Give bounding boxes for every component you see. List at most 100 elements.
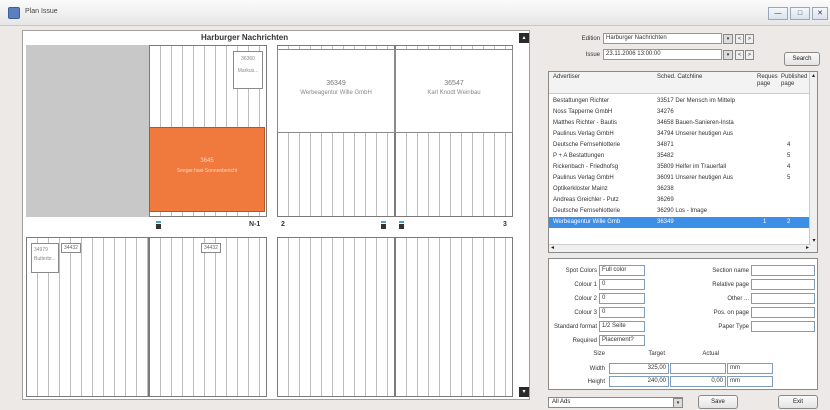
table-row[interactable]: Optikerkloster Mainz 36238: [549, 184, 811, 195]
spot-colors-field[interactable]: Full color: [599, 265, 645, 276]
horizontal-scrollbar[interactable]: ◂ ▸: [549, 244, 811, 252]
other-field[interactable]: [751, 293, 815, 304]
ads-filter-select[interactable]: All Ads: [548, 397, 683, 408]
window-title: Plan Issue: [25, 8, 58, 15]
cell-sched: 36091 Unserer heutigen Aus: [657, 175, 734, 181]
edition-next-button[interactable]: >: [745, 34, 754, 44]
cell-advertiser: Paulinus Verlag GmbH: [553, 131, 614, 137]
maximize-button[interactable]: □: [790, 7, 810, 20]
colour3-label: Colour 3: [574, 310, 597, 316]
cell-advertiser: Bestattungen Richter: [553, 98, 610, 104]
issue-dropdown-icon[interactable]: ▾: [723, 50, 733, 60]
color-mark-icon: [399, 221, 404, 229]
ad-block-tiny[interactable]: 34432: [61, 243, 81, 253]
cell-requested: 1: [763, 219, 767, 225]
scroll-up-arrow-icon[interactable]: ▴: [519, 33, 529, 43]
vertical-scrollbar[interactable]: ▴ ▾: [809, 72, 817, 252]
table-row[interactable]: Paulinus Verlag GmbH 34794 Unserer heutig…: [549, 129, 811, 140]
scroll-right-arrow-icon[interactable]: ▸: [806, 245, 809, 252]
ads-table[interactable]: Advertiser Sched. Catchline Reques page …: [548, 71, 818, 253]
issue-label: Issue: [585, 52, 600, 58]
table-row[interactable]: Andreas Greichler - Putz 36269: [549, 195, 811, 206]
required-label: Required: [572, 338, 597, 344]
cell-published: 4: [787, 164, 791, 170]
cell-advertiser: Rickenbach - Friedhofsg: [553, 164, 619, 170]
height-target-field[interactable]: 240,00: [609, 376, 669, 387]
cell-sched: 35482: [657, 153, 674, 159]
standard-format-field[interactable]: 1/2 Seite: [599, 321, 645, 332]
column-header-requested[interactable]: Reques page: [757, 74, 781, 88]
ad-details-panel: Spot Colors Full color Colour 1 0 Colour…: [548, 258, 818, 390]
page-layout-canvas[interactable]: Harburger Nachrichten ▴ ▾ 36360 Markus..…: [22, 30, 530, 400]
cell-sched: 34658 Bauen-Sanieren-Insta: [657, 120, 734, 126]
colour1-label: Colour 1: [574, 282, 597, 288]
cell-sched: 34871: [657, 142, 674, 148]
actual-label: Actual: [702, 351, 719, 357]
section-name-field[interactable]: [751, 265, 815, 276]
ad-block-small-bottom-left[interactable]: 34979 Butterbr...: [31, 243, 59, 273]
paper-type-field[interactable]: [751, 321, 815, 332]
column-header-published[interactable]: Published page: [781, 74, 809, 88]
ad-block-small-top[interactable]: 36360 Markus...: [233, 51, 263, 89]
empty-page-area: [26, 45, 149, 217]
page-6[interactable]: [277, 237, 395, 397]
standard-format-label: Standard format: [553, 324, 597, 330]
table-row[interactable]: Bestattungen Richter 33517 Der Mensch im …: [549, 96, 811, 107]
table-row[interactable]: Rickenbach - Friedhofsg 35809 Helfer im T…: [549, 162, 811, 173]
edition-select[interactable]: Harburger Nachrichten: [603, 33, 722, 44]
issue-prev-button[interactable]: <: [735, 50, 744, 60]
scroll-left-arrow-icon[interactable]: ◂: [551, 245, 554, 252]
issue-select[interactable]: 23.11.2006 13:00:00: [603, 49, 722, 60]
pos-on-page-field[interactable]: [751, 307, 815, 318]
ad-block-selected[interactable]: 3645 Seeger.hasi-Sonnenbericht: [149, 127, 265, 212]
ad-name: Seeger.hasi-Sonnenbericht: [176, 168, 238, 174]
page-columns: [396, 238, 512, 396]
table-row[interactable]: Deutsche Fernsehlotterie 34871 4: [549, 140, 811, 151]
ad-name: Markus...: [237, 68, 259, 74]
scroll-down-arrow-icon[interactable]: ▾: [519, 387, 529, 397]
scroll-up-arrow-icon[interactable]: ▴: [810, 72, 817, 79]
plan-issue-window: Plan Issue — □ ✕ Harburger Nachrichten ▴…: [0, 0, 830, 410]
table-row[interactable]: Noss Tapperne GmbH 34276: [549, 107, 811, 118]
search-button[interactable]: Search: [784, 52, 820, 66]
colour2-field[interactable]: 0: [599, 293, 645, 304]
table-row[interactable]: P + A Bestattungen 35482 5: [549, 151, 811, 162]
ad-block-knodt[interactable]: 36547 Karl Knodt Weinbau: [395, 49, 513, 133]
ads-filter-dropdown-icon[interactable]: ▾: [673, 398, 683, 408]
page-7[interactable]: [395, 237, 513, 397]
save-button[interactable]: Save: [698, 395, 738, 409]
column-header-sched[interactable]: Sched. Catchline: [657, 74, 702, 81]
edition-dropdown-icon[interactable]: ▾: [723, 34, 733, 44]
required-field[interactable]: Placement?: [599, 335, 645, 346]
close-button[interactable]: ✕: [812, 7, 828, 20]
ad-block-tiny-middle[interactable]: 34432: [201, 243, 221, 253]
colour1-field[interactable]: 0: [599, 279, 645, 290]
cell-advertiser: Optikerkloster Mainz: [553, 186, 608, 192]
width-target-field[interactable]: 325,00: [609, 363, 669, 374]
table-row[interactable]: Paulinus Verlag GmbH 36091 Unserer heutig…: [549, 173, 811, 184]
page-number-3: 3: [503, 221, 507, 228]
page-5[interactable]: [149, 237, 267, 397]
ad-block-wille[interactable]: 36349 Werbeagentur Wille GmbH: [277, 49, 395, 133]
cell-published: 5: [787, 175, 791, 181]
table-row[interactable]: Matthes Richter - Bautis 34658 Bauen-Sani…: [549, 118, 811, 129]
exit-button[interactable]: Exit: [778, 395, 818, 409]
width-label: Width: [589, 366, 605, 372]
cell-sched: 36290 Los - Image: [657, 208, 708, 214]
edition-prev-button[interactable]: <: [735, 34, 744, 44]
relative-page-field[interactable]: [751, 279, 815, 290]
page-columns: [278, 238, 394, 396]
table-row[interactable]: Deutsche Fernsehlotterie 36290 Los - Imag…: [549, 206, 811, 217]
height-actual-field[interactable]: 0,00: [670, 376, 726, 387]
width-actual-field[interactable]: [670, 363, 726, 374]
minimize-button[interactable]: —: [768, 7, 788, 20]
scroll-down-arrow-icon[interactable]: ▾: [810, 237, 817, 244]
table-row[interactable]: Werbeagentur Wille Gmb 36349 1 2: [549, 217, 811, 228]
issue-next-button[interactable]: >: [745, 50, 754, 60]
cell-advertiser: Andreas Greichler - Putz: [553, 197, 619, 203]
color-mark-icon: [381, 221, 386, 229]
column-header-advertiser[interactable]: Advertiser: [553, 74, 580, 81]
publication-title: Harburger Nachrichten: [201, 33, 289, 42]
cell-advertiser: Werbeagentur Wille Gmb: [553, 219, 621, 225]
colour3-field[interactable]: 0: [599, 307, 645, 318]
